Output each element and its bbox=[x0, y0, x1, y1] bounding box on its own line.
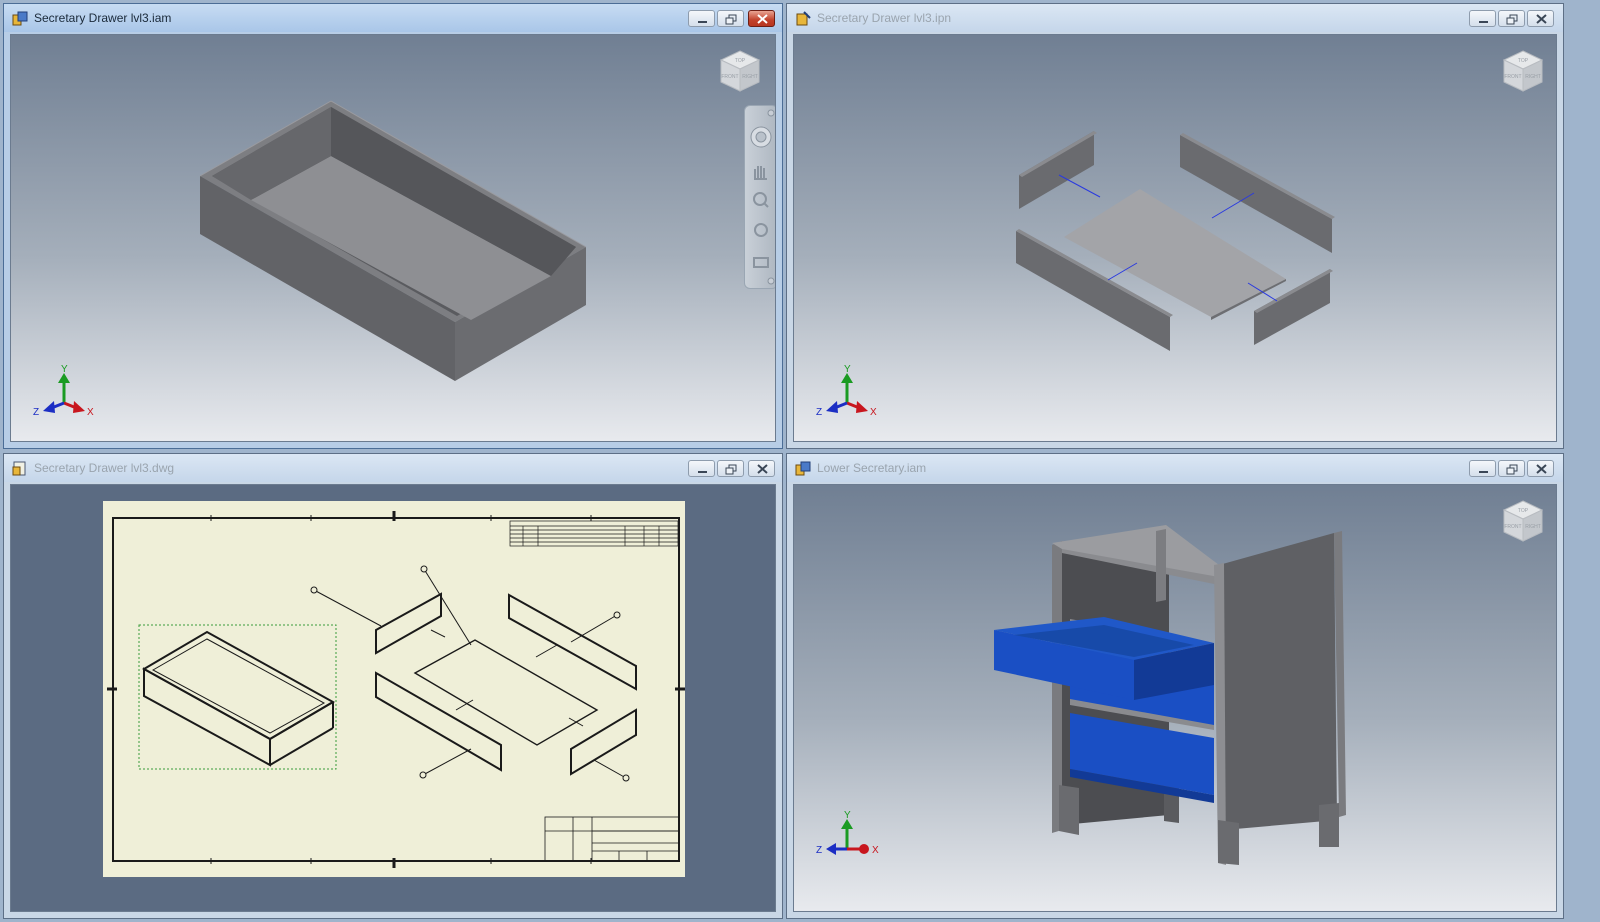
maximize-icon bbox=[1506, 464, 1518, 475]
coordinate-triad: Y X Z bbox=[816, 364, 877, 418]
close-icon bbox=[1536, 14, 1547, 24]
svg-text:X: X bbox=[872, 845, 879, 856]
svg-text:FRONT: FRONT bbox=[1504, 74, 1521, 80]
close-button[interactable] bbox=[1527, 10, 1554, 27]
svg-text:TOP: TOP bbox=[735, 58, 746, 64]
svg-text:FRONT: FRONT bbox=[1504, 524, 1521, 530]
minimize-icon bbox=[1479, 21, 1488, 23]
titlebar[interactable]: Secretary Drawer lvl3.dwg bbox=[4, 454, 782, 482]
window-drawer-ipn[interactable]: Secretary Drawer lvl3.ipn TOP FRONT RIGH… bbox=[786, 3, 1564, 449]
minimize-button[interactable] bbox=[1469, 10, 1496, 27]
graphics-viewport[interactable]: TOP FRONT RIGHT Y X Z bbox=[793, 34, 1557, 442]
coordinate-triad: Y X Z bbox=[33, 364, 94, 418]
window-drawer-dwg[interactable]: Secretary Drawer lvl3.dwg bbox=[3, 453, 783, 919]
close-icon bbox=[757, 14, 768, 24]
navigation-bar[interactable] bbox=[744, 105, 775, 289]
svg-text:TOP: TOP bbox=[1518, 58, 1529, 64]
minimize-button[interactable] bbox=[688, 10, 715, 27]
svg-text:Y: Y bbox=[61, 364, 68, 375]
svg-text:Z: Z bbox=[816, 407, 822, 418]
svg-text:Y: Y bbox=[844, 810, 851, 821]
svg-text:RIGHT: RIGHT bbox=[1525, 74, 1541, 80]
window-drawer-iam[interactable]: Secretary Drawer lvl3.iam TOP FRONT RIGH… bbox=[3, 3, 783, 449]
svg-text:FRONT: FRONT bbox=[721, 74, 738, 80]
titlebar[interactable]: Secretary Drawer lvl3.iam bbox=[4, 4, 782, 32]
window-lower-secretary-iam[interactable]: Lower Secretary.iam TOP FRONT RIGHT Y X … bbox=[786, 453, 1564, 919]
graphics-viewport[interactable]: TOP FRONT RIGHT Y X Z bbox=[793, 484, 1557, 912]
window-title: Secretary Drawer lvl3.ipn bbox=[817, 11, 952, 25]
drawer-model bbox=[199, 100, 587, 381]
maximize-button[interactable] bbox=[717, 10, 744, 27]
svg-text:Z: Z bbox=[33, 407, 39, 418]
maximize-icon bbox=[1506, 14, 1518, 25]
svg-text:X: X bbox=[870, 407, 877, 418]
assembly-file-icon bbox=[795, 461, 811, 476]
pan-hand-icon bbox=[754, 166, 767, 180]
cabinet-model bbox=[994, 525, 1346, 865]
viewcube[interactable]: TOP FRONT RIGHT bbox=[1500, 49, 1546, 95]
maximize-button[interactable] bbox=[1498, 10, 1525, 27]
window-title: Lower Secretary.iam bbox=[817, 461, 927, 475]
close-button[interactable] bbox=[1527, 460, 1554, 477]
close-button[interactable] bbox=[748, 460, 775, 477]
exploded-drawer-model bbox=[1016, 131, 1335, 351]
titlebar[interactable]: Secretary Drawer lvl3.ipn bbox=[787, 4, 1563, 32]
look-at-icon bbox=[753, 257, 769, 268]
maximize-button[interactable] bbox=[717, 460, 744, 477]
svg-text:RIGHT: RIGHT bbox=[1525, 524, 1541, 530]
svg-text:X: X bbox=[87, 407, 94, 418]
titlebar[interactable]: Lower Secretary.iam bbox=[787, 454, 1563, 482]
viewcube[interactable]: TOP FRONT RIGHT bbox=[717, 49, 763, 95]
orbit-icon bbox=[754, 223, 768, 237]
assembly-file-icon bbox=[12, 11, 28, 26]
viewcube[interactable]: TOP FRONT RIGHT bbox=[1500, 499, 1546, 545]
drawing-viewport[interactable] bbox=[10, 484, 776, 912]
minimize-icon bbox=[698, 471, 707, 473]
close-icon bbox=[757, 464, 768, 474]
svg-text:Y: Y bbox=[844, 364, 851, 375]
graphics-viewport[interactable]: TOP FRONT RIGHT Y X Z bbox=[10, 34, 776, 442]
close-icon bbox=[1536, 464, 1547, 474]
coordinate-triad: Y X Z bbox=[816, 810, 879, 856]
minimize-icon bbox=[1479, 471, 1488, 473]
presentation-file-icon bbox=[796, 11, 811, 26]
drawing-sheet[interactable] bbox=[11, 485, 776, 912]
minimize-button[interactable] bbox=[1469, 460, 1496, 477]
maximize-button[interactable] bbox=[1498, 460, 1525, 477]
window-title: Secretary Drawer lvl3.iam bbox=[34, 11, 172, 25]
window-title: Secretary Drawer lvl3.dwg bbox=[34, 461, 175, 475]
maximize-icon bbox=[725, 464, 737, 475]
maximize-icon bbox=[725, 14, 737, 25]
minimize-icon bbox=[698, 21, 707, 23]
close-button[interactable] bbox=[748, 10, 775, 27]
svg-text:TOP: TOP bbox=[1518, 508, 1529, 514]
svg-text:Z: Z bbox=[816, 845, 822, 856]
minimize-button[interactable] bbox=[688, 460, 715, 477]
drawing-file-icon bbox=[12, 461, 26, 476]
svg-text:RIGHT: RIGHT bbox=[742, 74, 758, 80]
